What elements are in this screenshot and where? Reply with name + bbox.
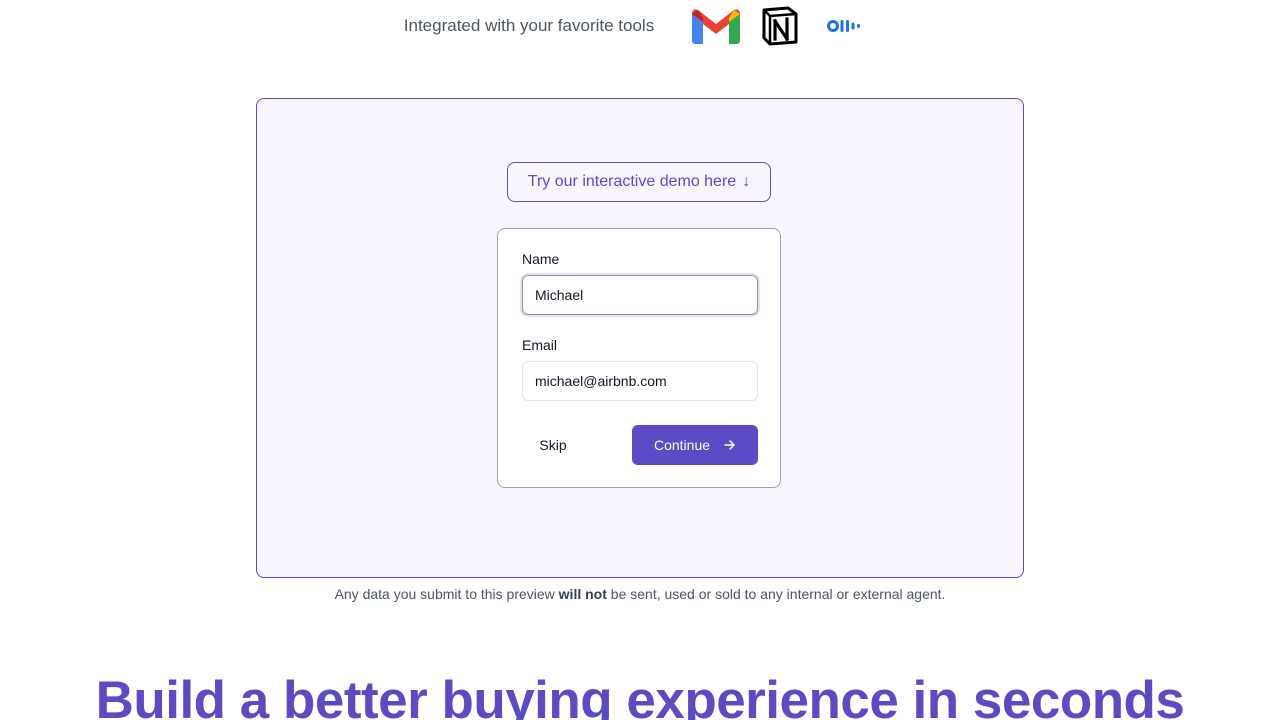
signup-form-card: Name Email Skip Continue — [497, 228, 781, 488]
email-label: Email — [522, 337, 558, 353]
continue-button-label: Continue — [653, 437, 711, 453]
demo-panel: Try our interactive demo here ↓ Name Ema… — [256, 98, 1024, 578]
arrow-right-icon — [724, 439, 736, 451]
skip-button[interactable]: Skip — [522, 425, 584, 465]
disclaimer-text-after: be sent, used or sold to any internal or… — [606, 586, 946, 602]
name-input[interactable] — [522, 275, 758, 315]
demo-pill-label: Try our interactive demo here — [527, 173, 737, 190]
continue-button[interactable]: Continue — [632, 425, 758, 465]
hero-headline: Build a better buying experience in seco… — [95, 671, 1185, 720]
integrations-bar: Integrated with your favorite tools — [0, 4, 1280, 48]
gmail-logo-icon — [690, 4, 742, 48]
disclaimer-emphasis: will not — [558, 586, 607, 602]
email-input[interactable] — [522, 361, 758, 401]
integrations-label: Integrated with your favorite tools — [403, 16, 655, 35]
privacy-disclaimer: Any data you submit to this preview will… — [0, 586, 1280, 602]
disclaimer-text-before: Any data you submit to this preview — [334, 586, 559, 602]
notion-logo-icon — [754, 4, 806, 48]
arrow-down-icon: ↓ — [742, 173, 751, 190]
otter-logo-icon — [818, 4, 870, 48]
interactive-demo-pill[interactable]: Try our interactive demo here ↓ — [507, 162, 771, 202]
name-label: Name — [522, 251, 560, 267]
page: Integrated with your favorite tools Try … — [0, 0, 1280, 720]
